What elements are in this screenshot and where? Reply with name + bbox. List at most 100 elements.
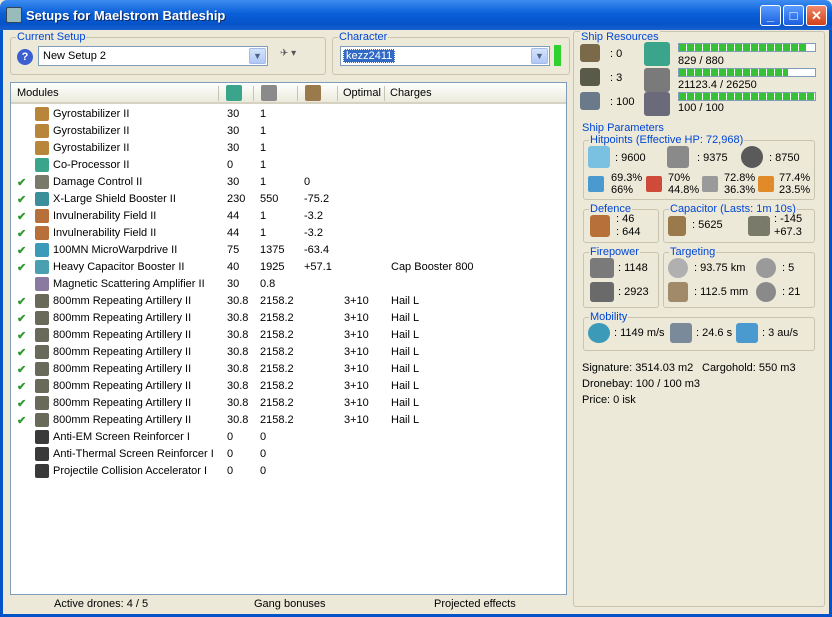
module-row[interactable]: ✔ 800mm Repeating Artillery II 30.8 2158.2 3… [11, 293, 566, 310]
launcher-hardpoint-icon [580, 68, 600, 86]
active-check-icon[interactable]: ✔ [17, 397, 26, 410]
turret-hardpoint-icon [580, 44, 600, 62]
close-button[interactable]: ✕ [806, 5, 827, 26]
kinetic-shield-resist: 72.8% [724, 172, 756, 184]
active-check-icon[interactable]: ✔ [17, 312, 26, 325]
module-row[interactable]: ✔ 800mm Repeating Artillery II 30.8 2158.2 3… [11, 378, 566, 395]
module-capacitor: -75.2 [304, 193, 330, 205]
module-row[interactable]: ✔ 100MN MicroWarpdrive II 75 1375 -63.4 [11, 242, 566, 259]
module-optimal: 3+10 [344, 295, 369, 307]
minimize-button[interactable]: _ [760, 5, 781, 26]
projected-effects-status[interactable]: Projected effects [434, 598, 516, 610]
velocity-icon [588, 323, 610, 343]
setup-tools-button[interactable]: ✈ ▾ [280, 48, 308, 64]
active-check-icon[interactable]: ✔ [17, 210, 26, 223]
module-row[interactable]: Magnetic Scattering Amplifier II 30 0.8 [11, 276, 566, 293]
capacitor-column-icon[interactable] [305, 85, 321, 101]
active-check-icon[interactable]: ✔ [17, 295, 26, 308]
module-row[interactable]: Gyrostabilizer II 30 1 [11, 140, 566, 157]
active-check-icon[interactable]: ✔ [17, 261, 26, 274]
module-powergrid: 0 [260, 431, 267, 443]
firepower-top-value: : 1148 [618, 262, 648, 274]
active-check-icon[interactable]: ✔ [17, 346, 26, 359]
module-row[interactable]: Anti-Thermal Screen Reinforcer I 0 0 [11, 446, 566, 463]
launcher-hardpoints-value: : 3 [610, 72, 623, 84]
cpu-column-icon[interactable] [226, 85, 242, 101]
column-separator [384, 86, 385, 101]
module-row[interactable]: ✔ 800mm Repeating Artillery II 30.8 2158.2 3… [11, 361, 566, 378]
chevron-down-icon[interactable]: ▼ [249, 48, 266, 64]
chevron-down-icon[interactable]: ▼ [531, 48, 548, 64]
module-row[interactable]: ✔ 800mm Repeating Artillery II 30.8 2158.2 3… [11, 395, 566, 412]
warp-speed-icon [736, 323, 758, 343]
header-modules[interactable]: Modules [17, 87, 59, 99]
module-capacitor: -3.2 [304, 210, 323, 222]
module-row[interactable]: Co-Processor II 0 1 [11, 157, 566, 174]
modules-list[interactable]: Modules Optimal Charges Gyrostabilizer I… [10, 82, 567, 595]
module-name: Anti-EM Screen Reinforcer I [53, 431, 190, 443]
module-name: 800mm Repeating Artillery II [53, 312, 192, 324]
shield-icon [588, 146, 610, 168]
character-select[interactable]: kezz2411 ▼ [340, 46, 550, 66]
active-check-icon[interactable]: ✔ [17, 414, 26, 427]
module-row[interactable]: ✔ 800mm Repeating Artillery II 30.8 2158.2 3… [11, 310, 566, 327]
firepower-label: Firepower [589, 246, 640, 258]
module-cpu: 44 [227, 227, 240, 239]
module-row[interactable]: ✔ 800mm Repeating Artillery II 30.8 2158.2 3… [11, 344, 566, 361]
module-powergrid: 2158.2 [260, 414, 294, 426]
title-bar[interactable]: Setups for Maelstrom Battleship _ □ ✕ [0, 0, 832, 30]
invulnerability-field-icon [35, 209, 49, 223]
module-row[interactable]: Anti-EM Screen Reinforcer I 0 0 [11, 429, 566, 446]
module-powergrid: 1 [260, 142, 267, 154]
module-row[interactable]: ✔ Heavy Capacitor Booster II 40 1925 +57.1 Ca… [11, 259, 566, 276]
turret-hardpoints-value: : 0 [610, 48, 623, 60]
module-row[interactable]: ✔ X-Large Shield Booster II 230 550 -75.2 [11, 191, 566, 208]
module-charges: Hail L [391, 397, 420, 409]
module-powergrid: 2158.2 [260, 397, 294, 409]
artillery-icon [35, 311, 49, 325]
mobility-label: Mobility [589, 311, 629, 323]
setup-select[interactable]: New Setup 2 ▼ [38, 46, 268, 66]
module-name: Gyrostabilizer II [53, 108, 130, 120]
module-powergrid: 0 [260, 448, 267, 460]
active-check-icon[interactable]: ✔ [17, 193, 26, 206]
help-icon[interactable]: ? [17, 49, 33, 65]
current-setup-label: Current Setup [16, 31, 87, 43]
shield-hp-value: : 9600 [615, 152, 646, 164]
cpu-value: 829 / 880 [678, 55, 724, 67]
scattering-amplifier-icon [35, 277, 49, 291]
drone-bandwidth-value: 100 / 100 [678, 102, 724, 114]
module-row[interactable]: Projectile Collision Accelerator I 0 0 [11, 463, 566, 480]
module-name: Gyrostabilizer II [53, 125, 130, 137]
module-row[interactable]: ✔ Invulnerability Field II 44 1 -3.2 [11, 225, 566, 242]
module-cpu: 40 [227, 261, 240, 273]
scan-resolution-value: : 112.5 mm [694, 286, 749, 298]
velocity-value: : 1149 m/s [614, 327, 665, 339]
scan-resolution-icon [668, 282, 688, 302]
active-check-icon[interactable]: ✔ [17, 227, 26, 240]
gang-bonuses-status[interactable]: Gang bonuses [254, 598, 326, 610]
active-check-icon[interactable]: ✔ [17, 176, 26, 189]
active-drones-status[interactable]: Active drones: 4 / 5 [54, 598, 148, 610]
module-row[interactable]: ✔ 800mm Repeating Artillery II 30.8 2158.2 3… [11, 327, 566, 344]
module-row[interactable]: Gyrostabilizer II 30 1 [11, 106, 566, 123]
module-row[interactable]: ✔ 800mm Repeating Artillery II 30.8 2158.2 3… [11, 412, 566, 429]
maximize-button[interactable]: □ [783, 5, 804, 26]
module-name: Damage Control II [53, 176, 143, 188]
armor-hp-value: : 9375 [697, 152, 728, 164]
targeting-range-value: : 93.75 km [694, 262, 746, 274]
powergrid-column-icon[interactable] [261, 85, 277, 101]
module-row[interactable]: ✔ Damage Control II 30 1 0 [11, 174, 566, 191]
active-check-icon[interactable]: ✔ [17, 244, 26, 257]
module-cpu: 0 [227, 431, 234, 443]
module-powergrid: 2158.2 [260, 346, 294, 358]
active-check-icon[interactable]: ✔ [17, 363, 26, 376]
active-check-icon[interactable]: ✔ [17, 329, 26, 342]
artillery-icon [35, 379, 49, 393]
active-check-icon[interactable]: ✔ [17, 380, 26, 393]
module-row[interactable]: Gyrostabilizer II 30 1 [11, 123, 566, 140]
module-powergrid: 2158.2 [260, 329, 294, 341]
module-row[interactable]: ✔ Invulnerability Field II 44 1 -3.2 [11, 208, 566, 225]
header-charges[interactable]: Charges [390, 87, 432, 99]
header-optimal[interactable]: Optimal [343, 87, 381, 99]
